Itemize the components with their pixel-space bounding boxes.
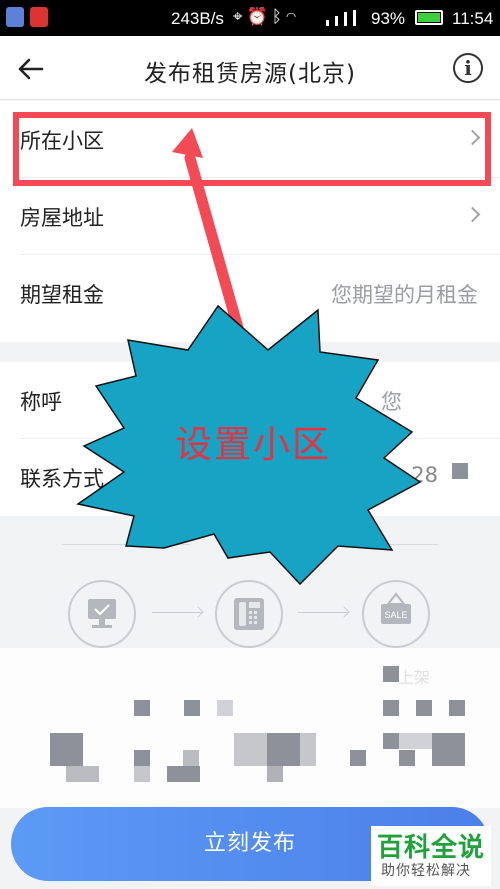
- alarm-icon: ⏰: [246, 7, 272, 26]
- top-app-bar: 发布租赁房源(北京) i: [0, 36, 500, 100]
- watermark-subtitle: 助你轻松解决: [381, 863, 471, 879]
- signal-icon: [326, 10, 356, 26]
- blur-block: [134, 766, 150, 782]
- blur-block: [449, 700, 465, 716]
- callout-text: 设置小区: [175, 423, 331, 466]
- notification-icons: [6, 7, 48, 27]
- clock: 11:54: [452, 9, 494, 28]
- row-address[interactable]: 房屋地址: [20, 178, 500, 255]
- step-call-circle: [215, 580, 283, 648]
- blur-block: [383, 700, 399, 716]
- step-arrow: [298, 612, 348, 613]
- blur-block: [66, 766, 99, 782]
- qq-app-icon: [30, 7, 48, 27]
- blur-block: [416, 700, 432, 716]
- blur-block: [350, 750, 366, 766]
- blur-block: [267, 766, 283, 782]
- blur-block: [167, 766, 200, 782]
- location-icon: ⌖: [233, 7, 247, 26]
- info-icon[interactable]: i: [453, 53, 483, 83]
- blur-block: [432, 733, 465, 766]
- blur-block: [50, 733, 83, 766]
- monitor-check-icon: [88, 599, 116, 628]
- watermark-title: 百科全说: [377, 833, 486, 863]
- row-label: 期望租金: [20, 283, 104, 307]
- blur-block: [383, 733, 399, 749]
- highlight-box: [13, 112, 491, 186]
- obscured-region: [0, 648, 500, 808]
- watermark: 百科全说 助你轻松解决: [371, 826, 491, 886]
- rent-input[interactable]: 您期望的月租金: [331, 279, 478, 309]
- wifi-icon: ◠: [285, 7, 301, 26]
- step-listed-circle: SALE: [362, 580, 430, 648]
- battery-icon: [415, 10, 443, 25]
- battery-percent: 93%: [371, 9, 406, 28]
- blur-block: [452, 463, 468, 479]
- step-post-circle: [68, 580, 136, 648]
- blur-block: [234, 733, 267, 766]
- phone-icon: [234, 598, 264, 630]
- blur-block: [300, 733, 316, 766]
- blur-block: [399, 750, 415, 766]
- contact-input[interactable]: 28: [411, 463, 438, 487]
- row-label: 房屋地址: [20, 206, 104, 230]
- chevron-right-icon: [464, 206, 481, 223]
- blur-block: [184, 700, 200, 716]
- step-arrow: [152, 612, 202, 613]
- row-label: 联系方式: [20, 467, 104, 491]
- bluetooth-icon: ᛒ: [271, 7, 286, 26]
- blur-block: [183, 750, 199, 766]
- network-speed: 243B/s: [171, 9, 224, 28]
- blur-block: [217, 700, 233, 716]
- divider: [310, 544, 438, 545]
- blur-block: [134, 750, 150, 766]
- blur-block: [383, 666, 399, 682]
- divider: [62, 544, 190, 545]
- blur-block: [399, 733, 432, 749]
- sale-tag-text: SALE: [384, 610, 407, 620]
- page-title: 发布租赁房源(北京): [144, 61, 356, 87]
- shield-app-icon: [6, 7, 24, 27]
- name-input[interactable]: 您: [381, 386, 402, 416]
- blur-block: [134, 700, 150, 716]
- sale-tag-icon: SALE: [381, 592, 411, 624]
- row-label: 称呼: [20, 390, 62, 414]
- status-icons: ⌖⏰ᛒ◠: [233, 7, 300, 27]
- row-rent[interactable]: 期望租金 您期望的月租金: [20, 255, 500, 332]
- status-bar: 243B/s ⌖⏰ᛒ◠ 93% 11:54: [0, 0, 500, 36]
- blur-block: [267, 733, 300, 766]
